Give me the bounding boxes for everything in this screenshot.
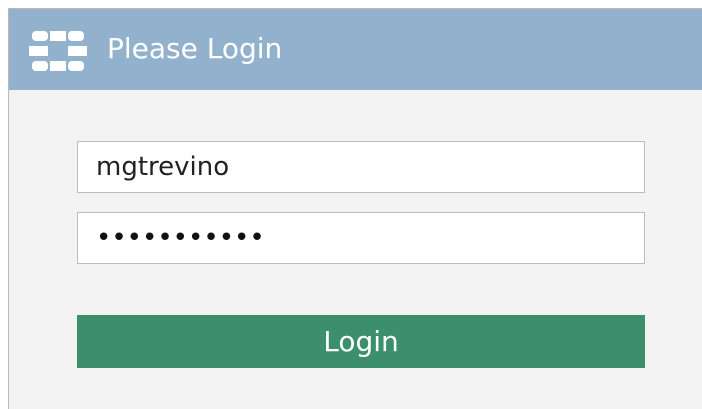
page-title: Please Login — [107, 32, 283, 65]
password-input[interactable] — [77, 212, 645, 264]
login-panel: Please Login Login — [8, 8, 702, 409]
login-button[interactable]: Login — [77, 315, 645, 368]
login-header: Please Login — [9, 9, 702, 90]
fortinet-logo-icon — [29, 31, 87, 71]
username-input[interactable] — [77, 141, 645, 193]
